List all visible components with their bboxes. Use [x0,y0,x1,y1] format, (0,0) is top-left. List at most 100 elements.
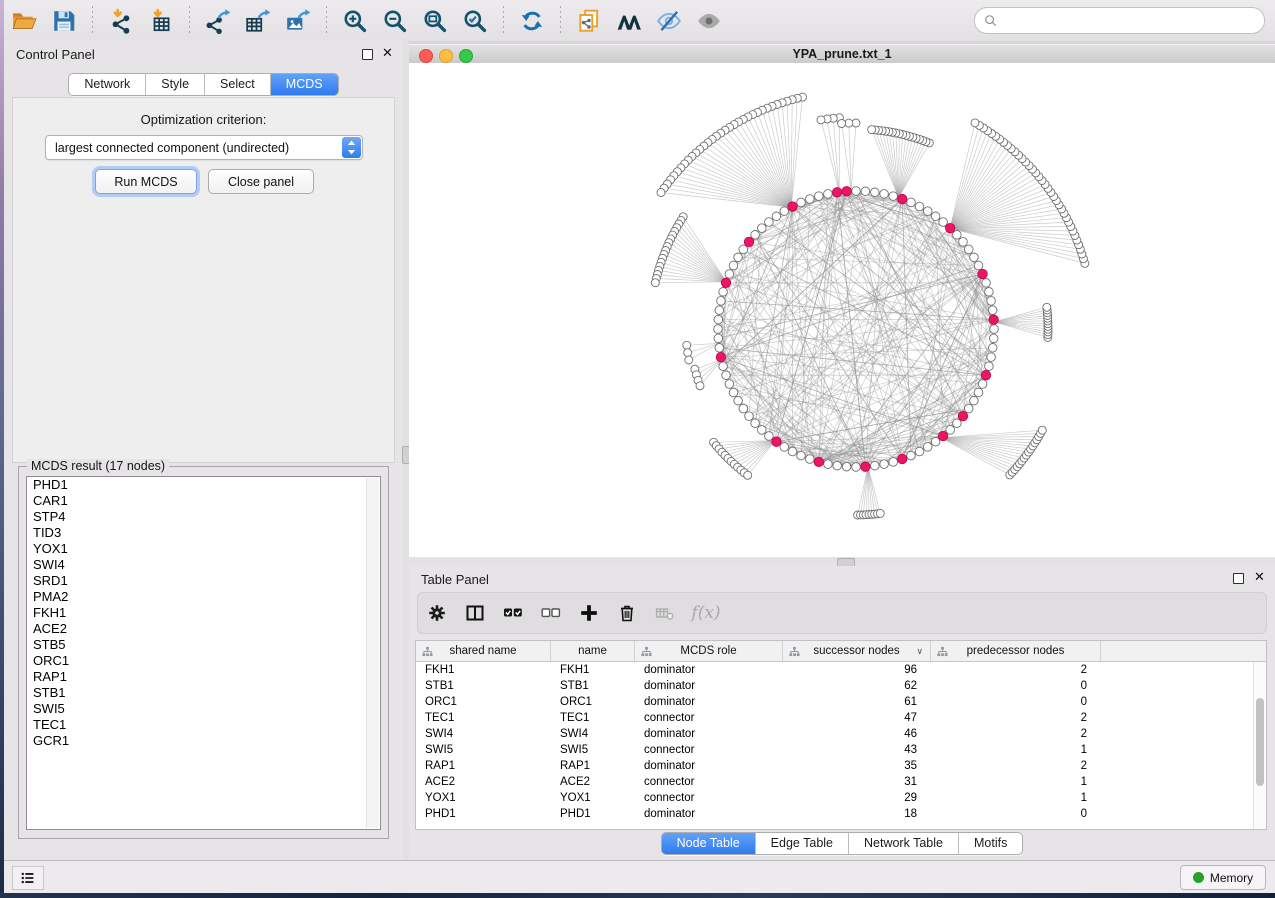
leaf-node[interactable] [696,382,704,390]
ring-node[interactable] [722,371,731,380]
cell-mcds-role[interactable]: connector [635,710,783,726]
cell-name[interactable]: SWI5 [551,742,635,758]
mcds-result-item[interactable]: TEC1 [27,717,380,733]
cell-successor-nodes[interactable]: 47 [783,710,931,726]
ring-node[interactable] [719,362,728,371]
memory-button[interactable]: Memory [1180,865,1266,890]
cell-predecessor-nodes[interactable]: 2 [931,758,1101,774]
ring-node[interactable] [842,462,851,471]
mcds-result-item[interactable]: STP4 [27,509,380,525]
import-table-button[interactable] [141,3,181,39]
dominator-node[interactable] [898,194,907,203]
tab-node-table[interactable]: Node Table [662,833,755,854]
table-scrollbar-thumb[interactable] [1256,698,1264,786]
float-table-panel-icon[interactable] [1233,573,1244,584]
cell-shared-name[interactable]: STB1 [416,678,551,694]
mcds-result-item[interactable]: YOX1 [27,541,380,557]
mcds-result-item[interactable]: TID3 [27,525,380,541]
mcds-list-scrollbar[interactable] [366,478,379,828]
export-table-button[interactable] [238,3,278,39]
leaf-node[interactable] [868,126,876,134]
cell-predecessor-nodes[interactable]: 1 [931,742,1101,758]
dominator-node[interactable] [861,462,870,471]
mcds-result-item[interactable]: ACE2 [27,621,380,637]
first-neighbors-button[interactable] [609,3,649,39]
cell-successor-nodes[interactable]: 62 [783,678,931,694]
dominator-node[interactable] [898,454,907,463]
ring-node[interactable] [923,443,932,452]
cell-successor-nodes[interactable]: 46 [783,726,931,742]
ring-node[interactable] [907,451,916,460]
cell-mcds-role[interactable]: dominator [635,726,783,742]
mcds-result-item[interactable]: RAP1 [27,669,380,685]
cell-predecessor-nodes[interactable]: 1 [931,774,1101,790]
ring-node[interactable] [734,253,743,262]
ring-node[interactable] [852,187,861,196]
cell-predecessor-nodes[interactable]: 0 [931,806,1101,822]
ring-node[interactable] [915,202,924,211]
mcds-result-item[interactable]: ORC1 [27,653,380,669]
ring-node[interactable] [985,362,994,371]
ring-node[interactable] [806,455,815,464]
ring-node[interactable] [734,396,743,405]
ring-node[interactable] [815,192,824,201]
cell-name[interactable]: YOX1 [551,790,635,806]
ring-node[interactable] [758,426,767,435]
cell-successor-nodes[interactable]: 43 [783,742,931,758]
cell-name[interactable]: TEC1 [551,710,635,726]
tab-network-table[interactable]: Network Table [848,833,958,854]
leaf-node[interactable] [817,116,825,124]
cell-shared-name[interactable]: TEC1 [416,710,551,726]
ring-node[interactable] [915,447,924,456]
ring-node[interactable] [990,325,999,334]
ring-node[interactable] [729,261,738,270]
ring-node[interactable] [923,207,932,216]
mcds-result-item[interactable]: PMA2 [27,589,380,605]
close-table-panel-icon[interactable]: ✕ [1254,569,1265,585]
import-network-button[interactable] [101,3,141,39]
zoom-fit-button[interactable] [415,3,455,39]
dominator-node[interactable] [788,202,797,211]
ring-node[interactable] [907,198,916,207]
ring-node[interactable] [989,334,998,343]
zoom-out-button[interactable] [375,3,415,39]
select-all-checks-button[interactable] [494,596,532,630]
ring-node[interactable] [889,458,898,467]
leaf-node[interactable] [1038,426,1046,434]
ring-node[interactable] [931,212,940,221]
cell-successor-nodes[interactable]: 96 [783,662,931,678]
leaf-node[interactable] [1043,303,1051,311]
cell-predecessor-nodes[interactable]: 2 [931,662,1101,678]
ring-node[interactable] [719,288,728,297]
table-row[interactable]: YOX1YOX1connector291 [416,790,1266,806]
table-scrollbar[interactable] [1253,662,1266,829]
mcds-result-item[interactable]: STB5 [27,637,380,653]
dominator-node[interactable] [842,187,851,196]
ring-node[interactable] [806,195,815,204]
cell-shared-name[interactable]: RAP1 [416,758,551,774]
ring-node[interactable] [964,404,973,413]
cell-name[interactable]: RAP1 [551,758,635,774]
ring-node[interactable] [739,245,748,254]
table-row[interactable]: SWI4SWI4dominator462 [416,726,1266,742]
save-session-button[interactable] [44,3,84,39]
ring-node[interactable] [978,380,987,389]
zoom-selected-button[interactable] [455,3,495,39]
delete-row-button[interactable] [608,596,646,630]
add-row-button[interactable] [570,596,608,630]
ring-node[interactable] [987,297,996,306]
ring-node[interactable] [871,188,880,197]
cell-successor-nodes[interactable]: 31 [783,774,931,790]
cell-mcds-role[interactable]: connector [635,742,783,758]
dominator-node[interactable] [981,371,990,380]
column-header-name[interactable]: name [551,641,635,661]
function-builder-button[interactable]: f(x) [684,596,722,630]
leaf-node[interactable] [684,349,692,357]
mcds-result-item[interactable]: GCR1 [27,733,380,749]
network-view-canvas[interactable] [409,63,1275,557]
cell-predecessor-nodes[interactable]: 0 [931,694,1101,710]
cell-name[interactable]: STB1 [551,678,635,694]
ring-node[interactable] [797,451,806,460]
open-file-button[interactable] [4,3,44,39]
tab-edge-table[interactable]: Edge Table [755,833,848,854]
